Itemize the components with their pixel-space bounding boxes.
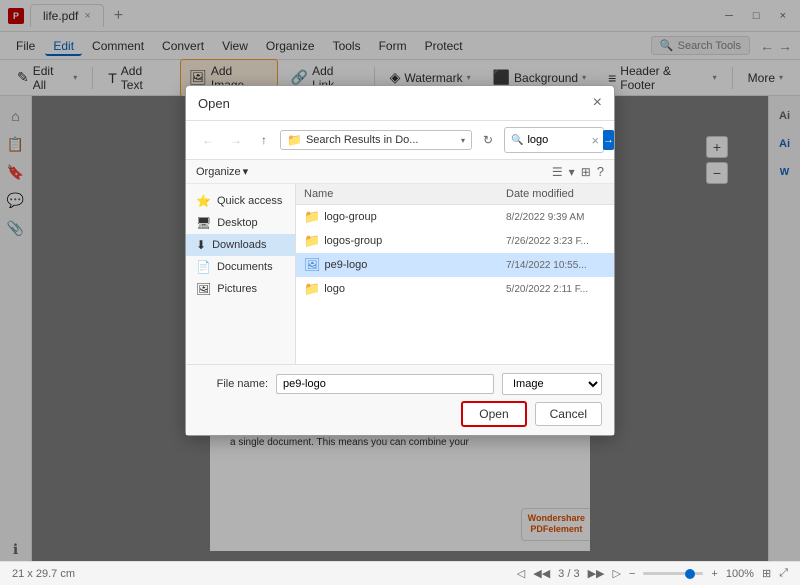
filename-label: File name: [198, 378, 268, 390]
zoom-slider[interactable] [643, 572, 703, 575]
first-page-icon[interactable]: ◀◀ [533, 567, 550, 580]
sidebar-downloads[interactable]: ⬇ Downloads [186, 234, 295, 256]
date-column-header: Date modified [506, 188, 606, 200]
sidebar-desktop[interactable]: 🖥 Desktop [186, 212, 295, 234]
open-button[interactable]: Open [461, 401, 526, 427]
page-info: 3 / 3 [558, 568, 579, 580]
organize-dropdown-icon: ▾ [243, 165, 249, 178]
file-name-2: logos-group [324, 235, 502, 247]
status-bar-right: ◁ ◀◀ 3 / 3 ▶▶ ▷ − + 100% ⊞ ⤢ [517, 567, 788, 580]
file-image-icon-3: 🖼 [304, 257, 321, 273]
dialog-footer: File name: Image Open Cancel [186, 364, 614, 435]
view-dropdown-icon[interactable]: ▾ [569, 165, 575, 179]
cancel-button[interactable]: Cancel [535, 402, 602, 426]
sidebar-quick-access[interactable]: ⭐ Quick access [186, 190, 295, 212]
fullscreen-icon[interactable]: ⤢ [779, 567, 788, 580]
pictures-icon: 🖼 [196, 282, 211, 296]
dialog-action-buttons: Open Cancel [198, 401, 602, 427]
dialog-search-input[interactable] [527, 134, 587, 146]
dialog-forward-btn[interactable]: → [224, 128, 248, 152]
documents-label: Documents [217, 261, 273, 273]
status-bar: 21 x 29.7 cm ◁ ◀◀ 3 / 3 ▶▶ ▷ − + 100% ⊞ … [0, 561, 800, 585]
zoom-in-status-icon[interactable]: + [711, 568, 717, 580]
dialog-body: ⭐ Quick access 🖥 Desktop ⬇ Downloads 📄 D… [186, 184, 614, 364]
dialog-search-bar[interactable]: 🔍 × → [504, 127, 604, 153]
zoom-out-status-icon[interactable]: − [629, 568, 635, 580]
organize-label: Organize [196, 166, 241, 178]
path-folder-icon: 📁 [287, 133, 302, 147]
prev-page-icon[interactable]: ◁ [517, 567, 525, 580]
filename-input[interactable] [276, 374, 494, 394]
open-dialog: Open × ← → ↑ 📁 Search Results in Do... ▾… [185, 85, 615, 436]
filename-row: File name: Image [198, 373, 602, 395]
file-row-selected[interactable]: 🖼 pe9-logo 7/14/2022 10:55... [296, 253, 614, 277]
dialog-file-list: Name Date modified 📁 logo-group 8/2/2022… [296, 184, 614, 364]
view-list-icon[interactable]: ☰ [552, 165, 563, 179]
file-row[interactable]: 📁 logos-group 7/26/2022 3:23 F... [296, 229, 614, 253]
dialog-path-bar[interactable]: 📁 Search Results in Do... ▾ [280, 130, 472, 150]
organize-btn[interactable]: Organize ▾ [196, 165, 248, 178]
next-page-icon[interactable]: ▷ [612, 567, 620, 580]
file-date-2: 7/26/2022 3:23 F... [506, 236, 606, 247]
dialog-help-icon[interactable]: ? [597, 164, 604, 179]
pictures-label: Pictures [217, 283, 257, 295]
sidebar-pictures[interactable]: 🖼 Pictures [186, 278, 295, 300]
file-date-3: 7/14/2022 10:55... [506, 260, 606, 271]
dialog-search-icon: 🔍 [511, 135, 523, 146]
dialog-search-go-btn[interactable]: → [603, 130, 614, 150]
fit-page-icon[interactable]: ⊞ [762, 567, 771, 580]
file-date-4: 5/20/2022 2:11 F... [506, 284, 606, 295]
zoom-level: 100% [726, 568, 754, 580]
quick-access-icon: ⭐ [196, 194, 211, 208]
dialog-close-btn[interactable]: × [593, 94, 602, 112]
file-list-header: Name Date modified [296, 184, 614, 205]
dialog-title-bar: Open × [186, 86, 614, 121]
dialog-toolbar: Organize ▾ ☰ ▾ ⊞ ? [186, 160, 614, 184]
file-row[interactable]: 📁 logo 5/20/2022 2:11 F... [296, 277, 614, 301]
dialog-title: Open [198, 96, 230, 111]
last-page-icon[interactable]: ▶▶ [588, 567, 605, 580]
page-dimensions: 21 x 29.7 cm [12, 568, 75, 580]
zoom-slider-thumb [685, 569, 695, 579]
file-name-3: pe9-logo [325, 259, 502, 271]
quick-access-label: Quick access [217, 195, 282, 207]
file-row[interactable]: 📁 logo-group 8/2/2022 9:39 AM [296, 205, 614, 229]
dialog-search-clear-icon[interactable]: × [591, 133, 599, 148]
dialog-overlay: Open × ← → ↑ 📁 Search Results in Do... ▾… [0, 0, 800, 561]
downloads-label: Downloads [212, 239, 266, 251]
view-grid-icon[interactable]: ⊞ [581, 165, 591, 179]
path-dropdown-icon[interactable]: ▾ [461, 136, 465, 145]
documents-icon: 📄 [196, 260, 211, 274]
dialog-up-btn[interactable]: ↑ [252, 128, 276, 152]
downloads-icon: ⬇ [196, 238, 206, 252]
name-column-header: Name [304, 188, 506, 200]
dialog-back-btn[interactable]: ← [196, 128, 220, 152]
file-folder-icon-1: 📁 [304, 209, 320, 225]
dialog-sidebar: ⭐ Quick access 🖥 Desktop ⬇ Downloads 📄 D… [186, 184, 296, 364]
path-text: Search Results in Do... [306, 134, 457, 146]
dialog-refresh-btn[interactable]: ↻ [476, 128, 500, 152]
file-name-4: logo [324, 283, 502, 295]
sidebar-documents[interactable]: 📄 Documents [186, 256, 295, 278]
file-date-1: 8/2/2022 9:39 AM [506, 212, 606, 223]
file-folder-icon-2: 📁 [304, 233, 320, 249]
desktop-label: Desktop [217, 217, 257, 229]
file-folder-icon-4: 📁 [304, 281, 320, 297]
filetype-select[interactable]: Image [502, 373, 602, 395]
desktop-icon: 🖥 [196, 216, 211, 230]
dialog-nav: ← → ↑ 📁 Search Results in Do... ▾ ↻ 🔍 × … [186, 121, 614, 160]
file-name-1: logo-group [324, 211, 502, 223]
